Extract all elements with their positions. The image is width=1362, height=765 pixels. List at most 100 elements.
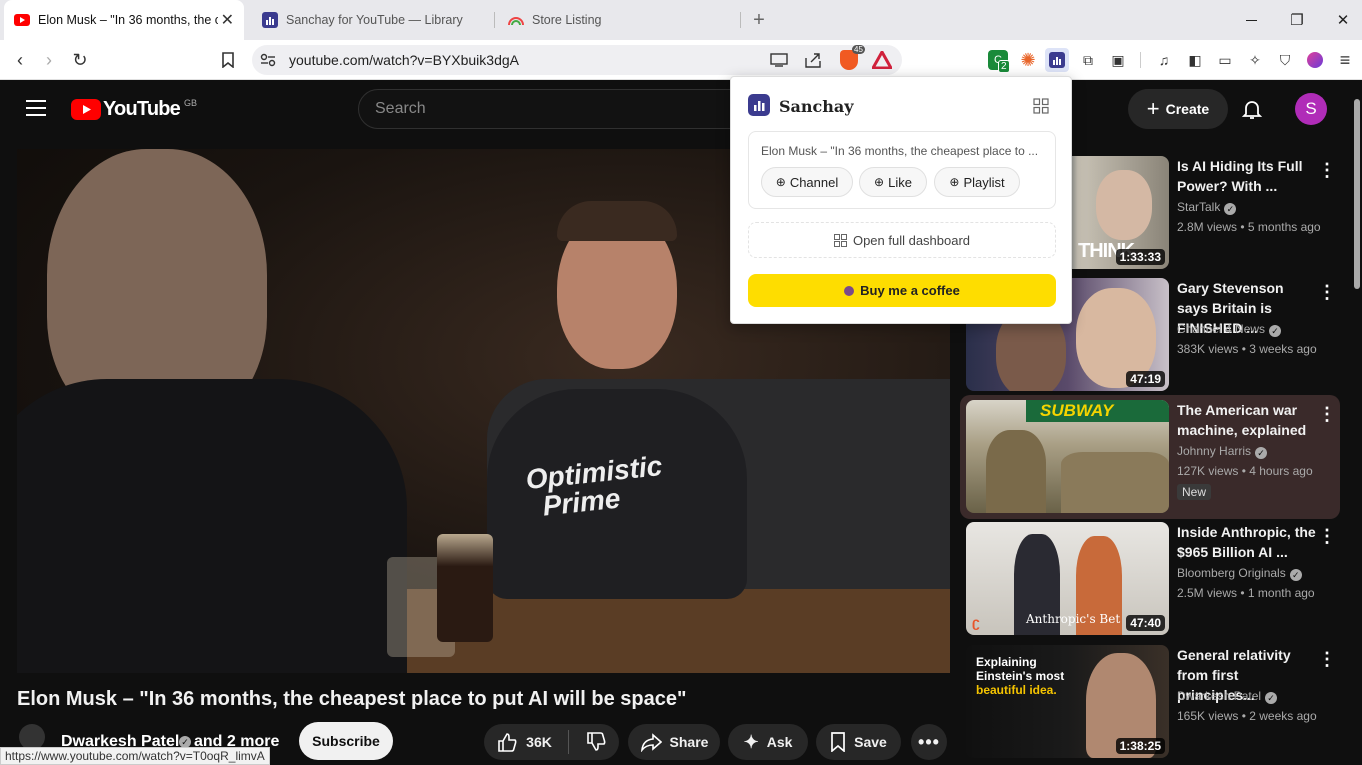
create-button[interactable]: + Create [1128,89,1228,129]
subscribe-button[interactable]: Subscribe [299,722,393,760]
address-bar: ‹ › ↻ youtube.com/watch?v=BYXbuik3dgA 45… [0,40,1362,80]
thumbs-down-icon[interactable] [585,731,607,753]
leo-ai-button[interactable]: ✧ [1243,48,1267,72]
more-vertical-icon[interactable]: ⋮ [1318,526,1336,547]
video-thumbnail[interactable]: Explaining Einstein's most beautiful ide… [966,645,1169,758]
video-meta: 127K views • 4 hours ago [1177,464,1313,478]
like-divider [567,730,569,754]
verified-icon: ✓ [1224,203,1237,215]
ask-button[interactable]: ✦ Ask [728,724,808,760]
bookmark-icon [831,732,845,752]
grid-icon[interactable] [1033,98,1049,114]
cast-icon[interactable] [770,53,788,67]
chip-label: Channel [789,174,839,190]
tab-store-listing[interactable]: Store Listing [498,0,738,40]
like-button[interactable]: 36K [496,731,552,753]
vpn-button[interactable]: ⛉ [1273,48,1297,72]
guide-menu-button[interactable] [26,100,46,116]
video-title: Elon Musk – "In 36 months, the cheapest … [17,688,687,710]
wallet-button[interactable]: ▭ [1213,48,1237,72]
playlist-add-icon: ⊕ [949,175,960,189]
bookmark-button[interactable] [216,48,240,72]
channel-name[interactable]: Dwarkesh Patel ✓ [1177,689,1278,704]
more-vertical-icon[interactable]: ⋮ [1318,649,1336,670]
video-meta: 383K views • 3 weeks ago [1177,342,1317,356]
save-button[interactable]: Save [816,724,901,760]
sparkle-extension[interactable]: ✺ [1016,48,1040,72]
account-avatar[interactable]: S [1295,93,1327,125]
scrollbar-thumb[interactable] [1354,99,1360,289]
save-channel-button[interactable]: ⊕ Channel [761,167,853,197]
channel-name[interactable]: Bloomberg Originals ✓ [1177,566,1302,581]
more-vertical-icon[interactable]: ⋮ [1318,404,1336,425]
buy-coffee-button[interactable]: Buy me a coffee [748,274,1056,307]
page-scrollbar[interactable] [1352,81,1362,765]
video-title[interactable]: Inside Anthropic, the $965 Billion AI ..… [1177,522,1317,562]
maximize-button[interactable]: ❐ [1274,0,1320,40]
chip-label: Like [888,174,912,190]
sidebar-button[interactable]: ◧ [1183,48,1207,72]
menu-button[interactable]: ≡ [1333,48,1357,72]
youtube-logo[interactable]: YouTube GB [71,98,197,121]
more-actions-button[interactable]: ••• [911,724,947,760]
new-tab-button[interactable]: + [748,0,770,40]
more-vertical-icon[interactable]: ⋮ [1318,282,1336,303]
rewards-triangle-icon[interactable] [872,51,892,69]
create-label: Create [1165,101,1210,117]
popup-title: Sanchay [779,97,854,116]
reader-mode-button[interactable]: ▣ [1106,48,1130,72]
new-badge: New [1177,484,1212,500]
video-thumbnail[interactable]: Anthropic's Bet ʗ 47:40 [966,522,1169,635]
speaker-hair [557,201,677,241]
close-icon: ✕ [1336,12,1350,29]
share-icon[interactable] [804,52,822,68]
sanchay-count-extension[interactable]: C2 [986,48,1010,73]
open-dashboard-button[interactable]: Open full dashboard [748,222,1056,258]
minimize-button[interactable] [1228,0,1274,40]
recommendation-item[interactable]: Explaining Einstein's most beautiful ide… [966,645,1338,758]
video-thumbnail[interactable]: SUBWAY [966,400,1169,513]
wallet-icon: ▭ [1218,51,1232,68]
reader-icon: ▣ [1111,51,1125,68]
sparkle-ai-icon: ✧ [1249,51,1261,68]
sanchay-popup: Sanchay Elon Musk – "In 36 months, the c… [730,76,1072,324]
extensions-button[interactable]: ⧉ [1076,48,1100,72]
channel-add-icon: ⊕ [775,175,786,189]
channel-name[interactable]: Johnny Harris ✓ [1177,444,1268,459]
like-dislike-group: 36K [484,724,619,760]
like-add-icon: ⊕ [874,175,885,189]
site-settings-icon [260,53,276,67]
recommendation-item[interactable]: SUBWAY The American war machine, explain… [966,400,1338,513]
thumbnail-text: Anthropic's Bet [1026,612,1121,626]
save-playlist-button[interactable]: ⊕ Playlist [934,167,1020,197]
video-title[interactable]: Is AI Hiding Its Full Power? With ... [1177,156,1317,196]
media-button[interactable]: ♫ [1152,48,1176,72]
verified-icon: ✓ [1255,447,1268,459]
brave-badge: 45 [852,45,865,54]
channel-name[interactable]: Channel 4 News ✓ [1177,322,1282,337]
tab-youtube[interactable]: Elon Musk – "In 36 months, the c ✕ [4,0,244,40]
notifications-button[interactable] [1240,97,1264,126]
close-icon[interactable]: ✕ [221,10,234,30]
window-close-button[interactable]: ✕ [1320,0,1362,40]
save-like-button[interactable]: ⊕ Like [859,167,927,197]
soldier-figure [986,430,1046,513]
more-vertical-icon[interactable]: ⋮ [1318,160,1336,181]
tab-sanchay-library[interactable]: Sanchay for YouTube — Library [252,0,492,40]
dashboard-grid-icon [833,233,847,247]
forward-button[interactable]: › [37,48,61,72]
back-button[interactable]: ‹ [8,48,32,72]
sanchay-extension-button[interactable] [1045,48,1069,72]
omnibox[interactable]: youtube.com/watch?v=BYXbuik3dgA 45 [252,45,902,75]
profile-button[interactable] [1303,48,1327,72]
share-button[interactable]: Share [628,724,720,760]
search-input[interactable]: Search [358,89,758,129]
chip-label: Playlist [963,174,1005,190]
reload-button[interactable]: ↻ [68,48,92,72]
recommendation-item[interactable]: Anthropic's Bet ʗ 47:40 Inside Anthropic… [966,522,1338,635]
reload-icon: ↻ [72,49,88,70]
video-title[interactable]: The American war machine, explained [1177,400,1317,440]
link-status-bar: https://www.youtube.com/watch?v=T0oqR_li… [0,747,270,765]
soldier-group [1061,452,1169,513]
channel-name[interactable]: StarTalk ✓ [1177,200,1237,215]
